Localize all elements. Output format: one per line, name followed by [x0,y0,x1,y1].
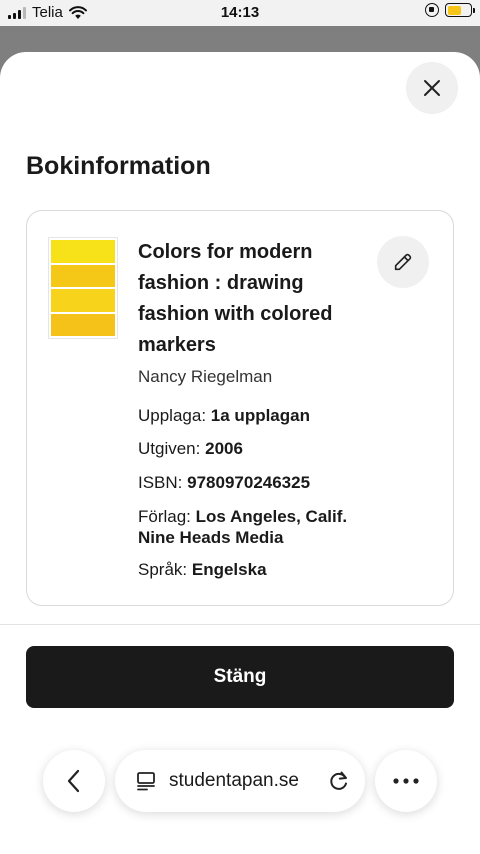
language-row: Språk: Engelska [138,559,267,580]
reader-icon[interactable] [135,770,157,792]
book-card: Colors for modern fashion : drawing fash… [26,210,454,606]
book-info-sheet: Bokinformation Colors for modern fashion… [0,52,480,854]
publisher-row: Förlag: Los Angeles, Calif. Nine Heads M… [138,506,358,548]
language-value: Engelska [191,560,267,579]
more-icon [393,778,419,784]
close-button[interactable] [406,62,458,114]
status-bar: Telia 14:13 [0,0,480,26]
page-title: Bokinformation [26,152,211,180]
divider [0,624,480,625]
url-text: studentapan.se [169,770,299,791]
orientation-lock-icon [425,3,439,17]
cover-stripe [51,240,115,263]
battery-fill [447,5,461,15]
battery-icon [445,3,475,17]
status-time: 14:13 [220,4,260,21]
reload-icon[interactable] [327,769,351,793]
status-right [425,3,475,17]
chevron-left-icon [67,769,80,793]
book-cover [48,237,118,339]
year-value: 2006 [205,439,243,458]
address-bar[interactable]: studentapan.se [115,750,365,812]
book-author: Nancy Riegelman [138,367,273,386]
pencil-icon [394,253,412,271]
close-sheet-button[interactable]: Stäng [26,646,454,708]
isbn-value: 9780970246325 [187,473,311,492]
language-label: Språk: [138,560,188,579]
isbn-row: ISBN: 9780970246325 [138,472,310,493]
year-row: Utgiven: 2006 [138,438,243,459]
publisher-label: Förlag: [138,507,191,526]
book-title: Colors for modern fashion : drawing fash… [138,241,333,356]
edition-label: Upplaga: [138,406,207,425]
isbn-label: ISBN: [138,473,183,492]
edition-row: Upplaga: 1a upplagan [138,405,310,426]
back-button[interactable] [43,750,105,812]
edit-button[interactable] [377,236,429,288]
cover-stripe [51,289,115,312]
year-label: Utgiven: [138,439,201,458]
browser-toolbar: studentapan.se [0,746,480,816]
close-icon [424,80,440,96]
edition-value: 1a upplagan [210,406,310,425]
cover-stripe [51,264,115,287]
cover-stripe [51,313,115,336]
more-button[interactable] [375,750,437,812]
